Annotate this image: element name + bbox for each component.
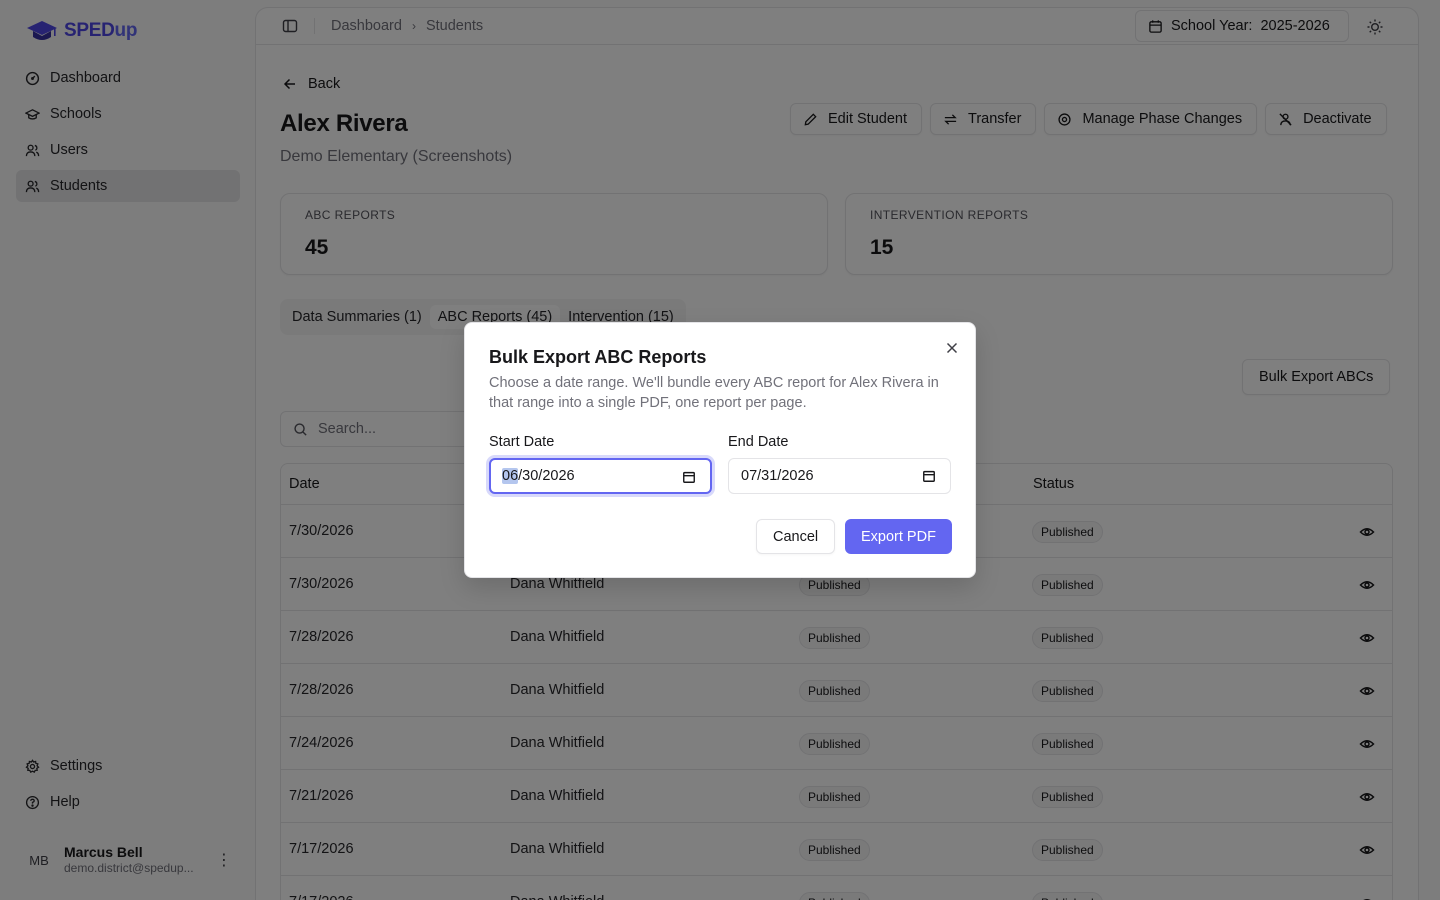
cancel-button[interactable]: Cancel — [756, 519, 836, 554]
start-date-label: Start Date — [489, 434, 555, 450]
start-date-input[interactable]: 06/30/2026 — [489, 458, 712, 494]
end-date-value: 07/31/2026 — [741, 468, 814, 484]
end-date-label: End Date — [728, 434, 789, 450]
dialog-title: Bulk Export ABC Reports — [489, 347, 707, 367]
calendar-icon[interactable] — [922, 469, 936, 483]
export-pdf-button[interactable]: Export PDF — [845, 519, 952, 554]
bulk-export-dialog: Bulk Export ABC Reports Choose a date ra… — [464, 322, 976, 578]
close-icon[interactable] — [943, 339, 961, 357]
dialog-description: Choose a date range. We'll bundle every … — [489, 375, 939, 411]
calendar-icon[interactable] — [682, 470, 696, 484]
start-date-rest: /30/2026 — [518, 468, 575, 484]
start-date-month-segment: 06 — [502, 468, 519, 484]
end-date-input[interactable]: 07/31/2026 — [728, 458, 951, 494]
